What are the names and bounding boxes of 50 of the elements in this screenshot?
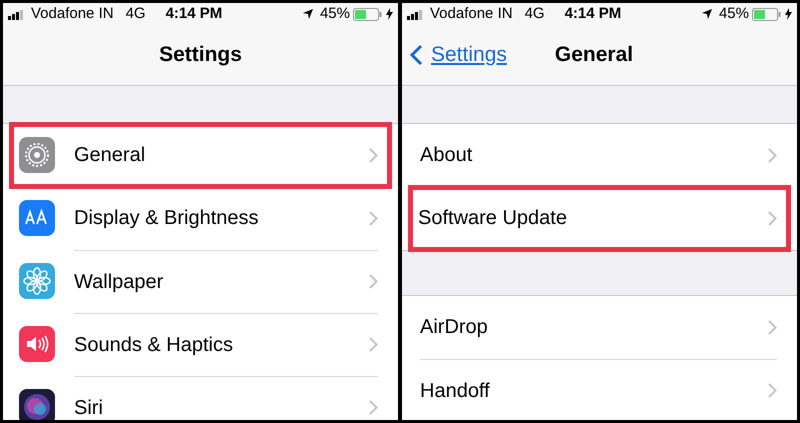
row-label: About [420, 143, 474, 168]
chevron-icon [369, 337, 378, 352]
row-label: Handoff [420, 378, 491, 404]
chevron-icon [369, 400, 378, 415]
row-label: AirDrop [420, 315, 489, 340]
settings-row[interactable]: General [11, 124, 390, 186]
clock-time: 4:14 PM [564, 4, 622, 24]
row-label: Software Update [418, 206, 568, 231]
text-size-icon [19, 200, 55, 236]
settings-row[interactable]: Wallpaper [3, 250, 398, 312]
chevron-icon [369, 274, 378, 289]
chevron-icon [768, 210, 777, 226]
chevron-icon [369, 210, 378, 226]
chevron-icon [768, 320, 777, 334]
row-label: General [74, 143, 146, 168]
battery-percent: 45% [320, 4, 350, 24]
row-label: Sounds & Haptics [74, 332, 234, 358]
network-type: 4G [126, 4, 146, 24]
settings-row[interactable]: Sounds & Haptics [3, 312, 398, 376]
nav-title: Settings [158, 42, 243, 68]
settings-row[interactable]: Siri [3, 376, 398, 420]
settings-row[interactable]: Software Update [410, 186, 789, 250]
nav-title: General [554, 42, 634, 68]
flower-icon [19, 263, 55, 299]
row-label: Display & Brightness [74, 206, 260, 231]
battery-percent: 45% [718, 4, 749, 24]
back-chevron-icon [410, 44, 423, 66]
chevron-icon [369, 148, 378, 162]
network-type: 4G [524, 4, 545, 24]
gear-icon [19, 137, 55, 173]
row-label: Wallpaper [74, 270, 164, 294]
clock-time: 4:14 PM [166, 4, 222, 24]
settings-row[interactable]: Display & Brightness [3, 186, 398, 250]
battery-icon [353, 8, 383, 21]
settings-row[interactable]: About [402, 124, 797, 186]
chevron-icon [768, 148, 777, 162]
charging-bolt-icon [386, 8, 393, 20]
carrier-name: Vodafone IN [430, 4, 513, 24]
battery-icon [752, 8, 782, 21]
settings-row[interactable]: Handoff [402, 358, 797, 420]
settings-row[interactable]: AirDrop [402, 296, 797, 358]
row-label: Siri [74, 396, 104, 420]
carrier-name: Vodafone IN [31, 4, 114, 24]
orb-icon [19, 389, 55, 420]
location-arrow-icon [302, 8, 314, 20]
chevron-icon [768, 383, 777, 398]
speaker-icon [19, 326, 55, 362]
charging-bolt-icon [785, 8, 792, 20]
back-link[interactable]: Settings [410, 39, 507, 71]
location-arrow-icon [700, 8, 713, 20]
